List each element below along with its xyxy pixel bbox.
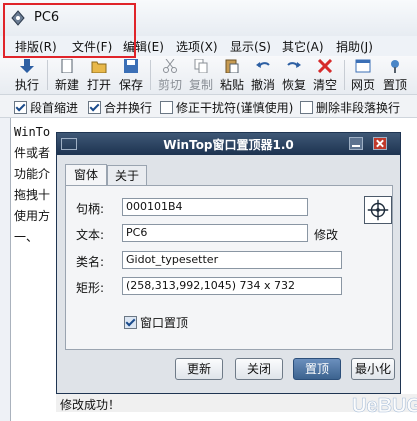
options-bar: 段首缩进 合并换行 修正干扰符(谨慎使用) 删除非段落换行 — [0, 95, 417, 118]
webpage-icon — [355, 59, 371, 73]
open-button[interactable]: 打开 — [84, 56, 114, 94]
refresh-button[interactable]: 更新 — [175, 358, 223, 380]
cut-button[interactable]: 剪切 — [155, 56, 185, 94]
indent-option[interactable]: 段首缩进 — [14, 99, 78, 116]
menu-options[interactable]: 选项(X) — [176, 38, 218, 55]
new-button[interactable]: 新建 — [52, 56, 82, 94]
paste-icon — [225, 59, 239, 73]
undo-icon — [256, 62, 270, 68]
arrow-down-icon — [20, 59, 34, 73]
rect-field[interactable]: (258,313,992,1045) 734 x 732 — [122, 277, 342, 295]
undo-button[interactable]: 撤消 — [248, 56, 278, 94]
toolbar-separator — [47, 60, 48, 90]
checkbox[interactable] — [300, 101, 313, 114]
modify-link[interactable]: 修改 — [314, 226, 338, 243]
crosshair-finder-icon[interactable] — [364, 196, 392, 224]
checkbox[interactable] — [124, 316, 137, 329]
remove-linebreak-option[interactable]: 删除非段落换行 — [300, 99, 400, 116]
copy-icon — [194, 59, 208, 73]
tab-window[interactable]: 窗体 — [65, 164, 107, 186]
clear-button[interactable]: 清空 — [310, 56, 340, 94]
minimize-icon[interactable] — [349, 137, 363, 150]
class-label: 类名: — [76, 255, 105, 269]
new-file-icon — [61, 59, 73, 73]
editor-line: 一、 — [14, 230, 39, 244]
checkbox[interactable] — [88, 101, 101, 114]
merge-lines-option[interactable]: 合并换行 — [88, 99, 152, 116]
close-button[interactable]: 关闭 — [235, 358, 283, 380]
save-icon — [124, 59, 138, 73]
text-label: 文本: — [76, 228, 105, 242]
copy-button[interactable]: 复制 — [186, 56, 216, 94]
fix-interference-option[interactable]: 修正干扰符(谨慎使用) — [160, 99, 293, 116]
class-field[interactable]: Gidot_typesetter — [122, 251, 342, 269]
menu-donate[interactable]: 捐助(J) — [336, 38, 373, 55]
editor-line: 使用方 — [14, 209, 51, 223]
redo-icon — [287, 62, 301, 68]
run-button[interactable]: 执行 — [12, 56, 42, 94]
highlight-box — [3, 3, 136, 58]
status-text: 修改成功！ — [60, 398, 121, 412]
checkbox[interactable] — [160, 101, 173, 114]
text-field[interactable]: PC6 — [122, 224, 308, 242]
toolbar: 执行 新建 打开 保存 剪切 复制 粘贴 撤消 恢复 清空 网页 置顶 — [0, 56, 417, 95]
paste-button[interactable]: 粘贴 — [217, 56, 247, 94]
editor-line: WinTo — [14, 125, 51, 139]
tab-about[interactable]: 关于 — [107, 165, 147, 185]
toolbar-separator — [150, 60, 151, 90]
webpage-button[interactable]: 网页 — [348, 56, 378, 94]
uebug-watermark-logo: UeBUG — [352, 395, 417, 418]
pin-icon — [391, 60, 399, 73]
rect-label: 矩形: — [76, 281, 105, 295]
topmost-checkbox[interactable]: 窗口置顶 — [124, 314, 188, 331]
svg-text:UeBUG: UeBUG — [352, 395, 417, 417]
minimize-button[interactable]: 最小化 — [351, 358, 395, 380]
menu-view[interactable]: 显示(S) — [230, 38, 271, 55]
editor-line: 件或者 — [14, 146, 51, 160]
clear-x-icon — [317, 59, 333, 73]
toolbar-separator — [344, 60, 345, 90]
wintop-dialog: WinTop窗口置顶器1.0 窗体 关于 句柄: 000101B4 文本: PC… — [56, 132, 401, 394]
tab-panel: 句柄: 000101B4 文本: PC6 修改 类名: Gidot_typese… — [65, 185, 393, 350]
scissors-icon — [163, 59, 177, 73]
checkbox[interactable] — [14, 101, 27, 114]
handle-label: 句柄: — [76, 202, 105, 216]
save-button[interactable]: 保存 — [116, 56, 146, 94]
editor-line: 功能介 — [14, 167, 51, 181]
close-icon[interactable] — [373, 137, 387, 150]
editor-line: 拖拽十 — [14, 188, 51, 202]
folder-icon — [91, 61, 107, 73]
handle-field[interactable]: 000101B4 — [122, 198, 308, 216]
redo-button[interactable]: 恢复 — [279, 56, 309, 94]
pin-top-dialog-button[interactable]: 置顶 — [293, 358, 341, 380]
dialog-title-bar: WinTop窗口置顶器1.0 — [57, 133, 400, 155]
pin-top-button[interactable]: 置顶 — [380, 56, 410, 94]
menu-other[interactable]: 其它(A) — [282, 38, 324, 55]
